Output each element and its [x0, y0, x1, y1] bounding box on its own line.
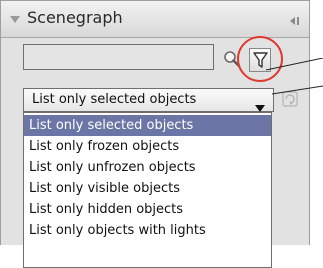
collapse-left-icon[interactable]	[288, 12, 300, 25]
panel-title: Scenegraph	[27, 8, 123, 27]
magnifier-icon[interactable]	[223, 50, 241, 68]
filter-mode-select[interactable]: List only selected objects	[23, 88, 274, 112]
scenegraph-panel: Scenegraph List only selected objects Li…	[0, 0, 310, 268]
filter-mode-value: List only selected objects	[32, 92, 197, 107]
search-input[interactable]	[23, 44, 214, 70]
refresh-icon[interactable]	[280, 89, 300, 109]
option-frozen-objects[interactable]: List only frozen objects	[24, 136, 271, 157]
triangle-down-icon[interactable]	[9, 11, 21, 23]
filter-button[interactable]	[249, 48, 271, 72]
funnel-filter-icon	[253, 52, 268, 68]
option-selected-objects[interactable]: List only selected objects	[24, 115, 271, 136]
triangle-down-icon	[255, 97, 265, 112]
option-unfrozen-objects[interactable]: List only unfrozen objects	[24, 157, 271, 178]
panel-titlebar[interactable]: Scenegraph	[1, 1, 309, 38]
option-visible-objects[interactable]: List only visible objects	[24, 178, 271, 199]
option-hidden-objects[interactable]: List only hidden objects	[24, 199, 271, 220]
option-objects-with-lights[interactable]: List only objects with lights	[24, 220, 271, 241]
